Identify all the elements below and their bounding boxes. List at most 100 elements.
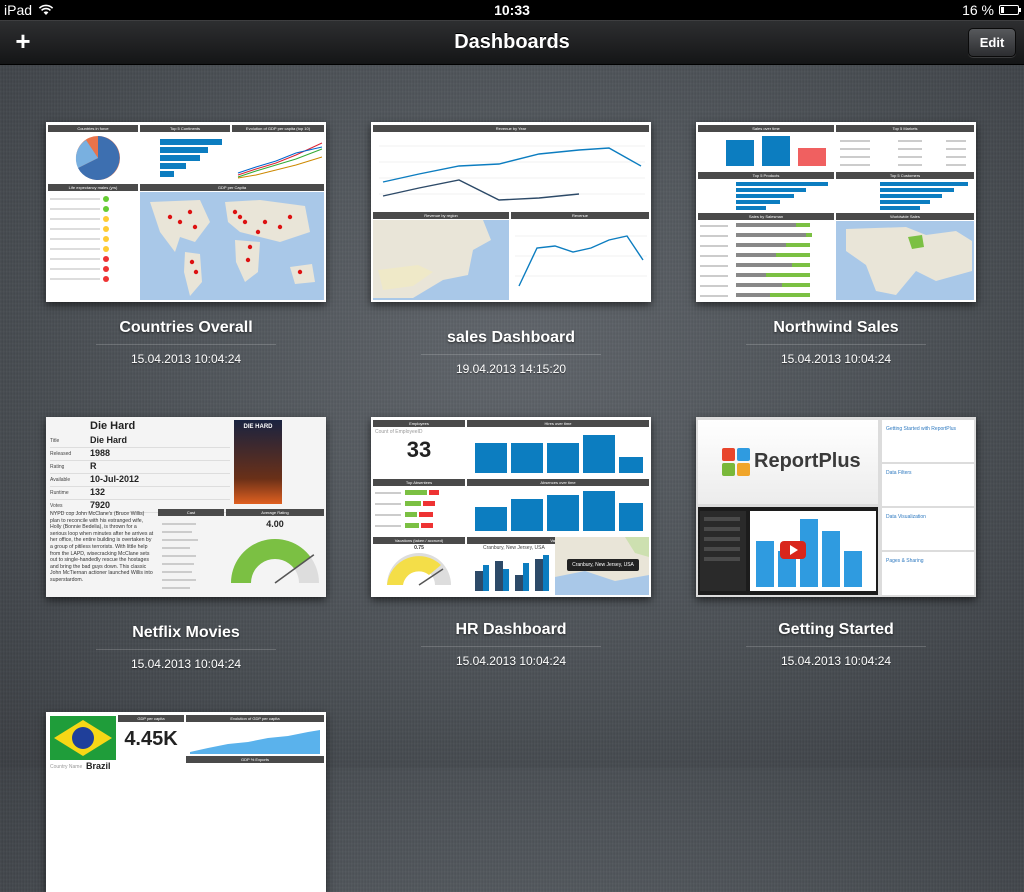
thumb-header: Countries in force (48, 125, 138, 132)
field-row: Runtime 132 (50, 487, 230, 500)
area-chart-graphic (190, 730, 320, 754)
video-slide (698, 507, 878, 595)
movie-synopsis: NYPD cop John McClane's (Bruce Willis) p… (50, 511, 154, 583)
doc-page: Getting Started with ReportPlus (882, 420, 974, 462)
dashboard-thumbnail[interactable]: Die Hard Title Die Hard Released 1988 Ra… (46, 417, 326, 597)
dashboard-card-brazil[interactable]: Country Name Brazil GDP per capita 4.45K… (46, 712, 326, 892)
dashboard-card-countries-overall[interactable]: Countries in force Top 5 Continents Evol… (46, 122, 326, 366)
dashboard-date: 15.04.2013 10:04:24 (780, 352, 892, 366)
country-label: Country Name (50, 764, 83, 770)
dashboard-thumbnail[interactable]: Countries in force Top 5 Continents Evol… (46, 122, 326, 302)
movie-fields: Title Die Hard Released 1988 Rating R Av… (50, 435, 230, 513)
edit-button[interactable]: Edit (968, 28, 1016, 57)
thumb-header: GDP per capita (118, 715, 184, 722)
field-row: Rating R (50, 461, 230, 474)
world-map-graphic (140, 192, 324, 300)
line-chart-graphic (379, 145, 645, 201)
wifi-icon (38, 4, 54, 15)
carrier-label: iPad (4, 2, 33, 18)
kpi-value: 4.45K (124, 728, 178, 750)
thumb-header: Sales by Salesman (698, 213, 834, 220)
separator (746, 344, 926, 345)
separator (421, 646, 601, 647)
doc-page: Data Filters (882, 464, 974, 506)
battery-percent: 16 % (962, 2, 994, 18)
thumb-header: Employees (373, 420, 465, 427)
separator (96, 344, 276, 345)
thumb-header: Sales over time (698, 125, 834, 132)
count-label: Count of EmployeeID (375, 429, 423, 435)
dashboard-title[interactable]: sales Dashboard (371, 329, 651, 347)
thumb-header: Revenue by Year (373, 125, 649, 132)
bar-chart-graphic (160, 139, 222, 177)
dashboard-thumbnail[interactable]: ReportPlus Getting Started with ReportPl… (696, 417, 976, 597)
map-callout: Cranbury, New Jersey, USA (567, 559, 639, 571)
dashboard-title[interactable]: HR Dashboard (371, 621, 651, 639)
vacations-value: 0.75 (414, 545, 424, 551)
thumb-header: Cast (158, 509, 224, 516)
dashboard-title[interactable]: Netflix Movies (46, 624, 326, 642)
thumb-header: Top 5 Markets (836, 125, 974, 132)
dashboard-card-hr-dashboard[interactable]: Employees Count of EmployeeID 33 Hires o… (371, 417, 651, 668)
line-chart-graphic (237, 142, 323, 179)
navigation-bar: + Dashboards Edit (0, 20, 1024, 65)
bar-chart-graphic (475, 435, 643, 473)
logo-text: ReportPlus (754, 450, 861, 472)
field-row: Title Die Hard (50, 435, 230, 448)
doc-page: Pages & Sharing (882, 552, 974, 595)
cast-list-graphic (162, 523, 198, 589)
dashboard-card-getting-started[interactable]: ReportPlus Getting Started with ReportPl… (696, 417, 976, 668)
thumb-header: Absences over time (467, 479, 649, 486)
thumb-header: Vacations (taken / accrued) (373, 537, 465, 544)
dashboard-card-northwind-sales[interactable]: Sales over time Top 5 Markets Top 5 Prod… (696, 122, 976, 366)
dashboard-date: 19.04.2013 14:15:20 (455, 362, 567, 376)
dashboard-thumbnail[interactable]: Revenue by Year Revenue by region Revenu… (371, 122, 651, 302)
brazil-flag-icon (50, 716, 116, 760)
country-value: Brazil (86, 761, 111, 771)
dashboard-title[interactable]: Countries Overall (46, 319, 326, 337)
dashboard-title[interactable]: Northwind Sales (696, 319, 976, 337)
play-button-icon[interactable] (780, 541, 806, 559)
bar-chart-graphic (880, 182, 968, 210)
field-row: Available 10-Jul-2012 (50, 474, 230, 487)
thumb-header: Evolution of GDP per capita (top 10) (232, 125, 324, 132)
doc-page: Data Visualization (882, 508, 974, 550)
vacation-gauge (387, 553, 451, 586)
thumb-header: Revenue by region (373, 212, 509, 219)
table-graphic (840, 140, 966, 166)
movie-title: Die Hard (90, 420, 136, 432)
separator (96, 649, 276, 650)
reportplus-logo-icon (722, 448, 750, 476)
movie-poster: DIE HARD (234, 420, 282, 504)
battery-icon (999, 5, 1021, 15)
bar-chart-graphic (736, 182, 828, 210)
logo-slide: ReportPlus (698, 420, 878, 504)
dashboard-card-netflix-movies[interactable]: Die Hard Title Die Hard Released 1988 Ra… (46, 417, 326, 671)
dashboard-thumbnail[interactable]: Sales over time Top 5 Markets Top 5 Prod… (696, 122, 976, 302)
separator (746, 646, 926, 647)
status-bar: iPad 10:33 16 % (0, 0, 1024, 20)
thumb-header: Top Absentees (373, 479, 465, 486)
dashboard-title[interactable]: Getting Started (696, 621, 976, 639)
map-graphic (836, 221, 974, 300)
rating-value: 4.00 (266, 519, 284, 529)
thumb-header: Hires over time (467, 420, 649, 427)
thumb-header: Top 5 Products (698, 172, 834, 179)
thumb-header: Average Rating (226, 509, 324, 516)
dashboard-thumbnail[interactable]: Country Name Brazil GDP per capita 4.45K… (46, 712, 326, 892)
field-row: Released 1988 (50, 448, 230, 461)
dashboard-card-sales-dashboard[interactable]: Revenue by Year Revenue by region Revenu… (371, 122, 651, 376)
dashboard-date: 15.04.2013 10:04:24 (780, 654, 892, 668)
thumb-header: GDP per Capita (140, 184, 324, 191)
page-title: Dashboards (454, 31, 570, 53)
bar-list-graphic (700, 223, 812, 297)
thumb-header: Revenue (511, 212, 649, 219)
thumb-header: GDP % Exports (186, 756, 324, 763)
dashboard-date: 15.04.2013 10:04:24 (130, 352, 242, 366)
dashboard-thumbnail[interactable]: Employees Count of EmployeeID 33 Hires o… (371, 417, 651, 597)
line-chart-graphic (515, 235, 647, 287)
thumb-header: Top 5 Continents (140, 125, 230, 132)
bar-chart-graphic (726, 136, 826, 166)
dashboard-date: 15.04.2013 10:04:24 (455, 654, 567, 668)
employee-count: 33 (406, 437, 432, 462)
